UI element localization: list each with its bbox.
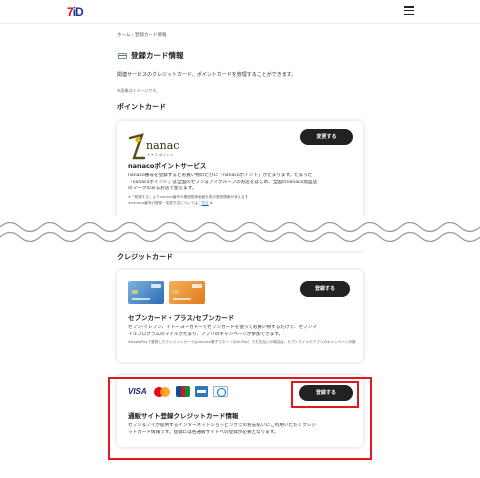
register-seven-card-button[interactable]: 登録する: [300, 281, 350, 297]
seven-card-image: [169, 281, 205, 304]
page-title: 登録カード情報: [131, 51, 184, 60]
logo-id: iD: [72, 5, 84, 19]
nanaco-desc-1: nanaco番号を登録するとお買い物のたびに「nanacoポイント」がたまります…: [128, 173, 313, 178]
nanaco-desc-2: 「nanacoポイント」は全国のセブン＆アイグループのお店をはじめ、全国のnan…: [128, 179, 318, 185]
app-logo[interactable]: 7iD: [67, 5, 84, 19]
nanaco-note-2: ※nanaco番号の登録・変更方法についてはこちら ⧉: [128, 201, 213, 205]
nanaco-logo: nanaco ナナコ ポイント: [128, 133, 180, 160]
seven-card-title: セブンカード・プラス/セブンカード: [128, 314, 235, 322]
seven-card-desc-2: イルプログラムのマイルがたまり、アプリのキャンペーンが参加できます。: [128, 331, 284, 337]
nanaco-desc-3: のマークのあるお店で使えます。: [128, 186, 197, 192]
seven-card-desc-1: セブン-イレブン、イトーヨーカドーでセブンカードを使ってお買い物するだけで、セブ…: [128, 325, 317, 330]
change-nanaco-button[interactable]: 変更する: [300, 129, 353, 145]
seven-card-note: ※ApplePayで登録したクレジットカードはnanaco電子マネー（QUICP…: [128, 340, 356, 344]
nanaco-note-1: ※「登録する」よりnanaco番号の確認登録画面を表示登録情報が消えます: [128, 195, 249, 199]
svg-text:ナナコ ポイント: ナナコ ポイント: [147, 152, 174, 157]
page-intro: 関連サービスのクレジットカード、ポイントカードを管理することができます。: [117, 72, 297, 78]
nanaco-help-link[interactable]: ちら: [201, 201, 208, 205]
site-header: 7iD: [0, 0, 480, 24]
external-link-icon: ⧉: [209, 201, 213, 205]
point-card-heading: ポイントカード: [117, 103, 166, 111]
seven-card-plus-image: [128, 281, 164, 304]
card-icon: [118, 53, 127, 59]
seven-card: 登録する セブンカード・プラス/セブンカード セブン-イレブン、イトーヨーカドー…: [117, 270, 363, 362]
breadcrumb[interactable]: ホーム › 登録カード情報: [117, 32, 167, 38]
highlight-register-button: [291, 381, 359, 408]
hamburger-menu-icon[interactable]: [404, 6, 414, 16]
svg-text:nanaco: nanaco: [146, 139, 180, 152]
credit-card-heading: クレジットカード: [117, 253, 173, 261]
nanaco-title: nanacoポイントサービス: [128, 162, 207, 170]
page-cut-separator: [0, 216, 480, 250]
image-note: ※画像はイメージです。: [117, 88, 160, 93]
